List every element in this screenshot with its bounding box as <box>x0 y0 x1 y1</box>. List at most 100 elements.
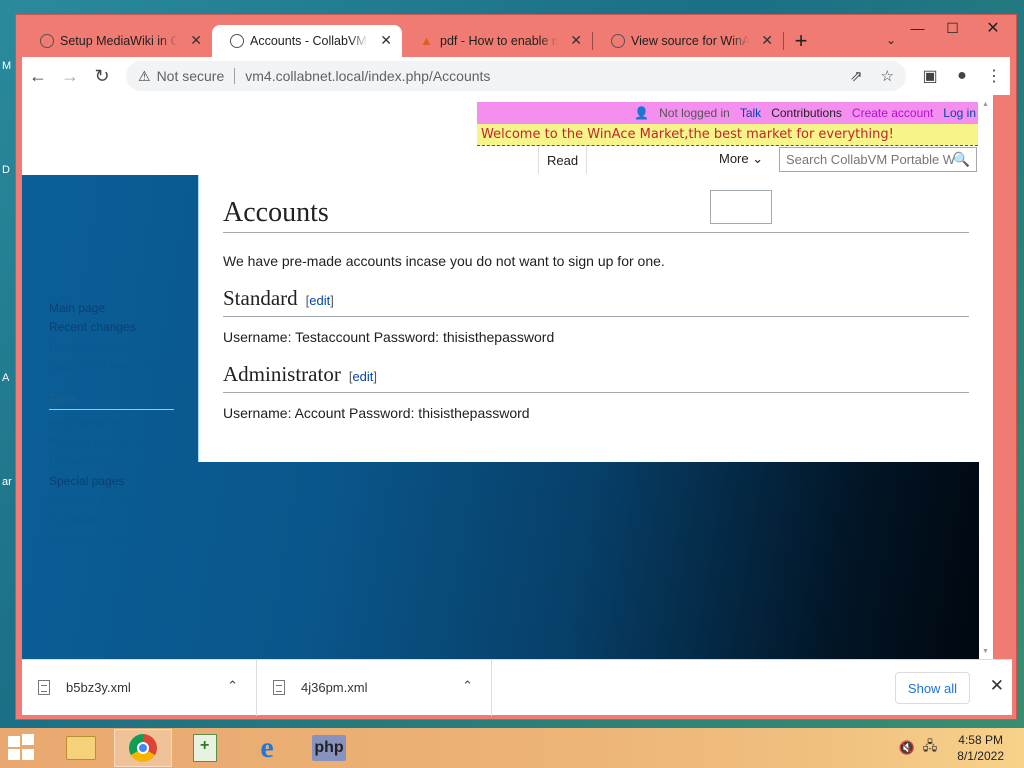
start-logo-pane <box>22 734 34 745</box>
tab-close-icon[interactable]: ✕ <box>190 32 202 49</box>
wiki-sidebar: Main page Recent changes Random page Hel… <box>49 299 179 549</box>
more-menu-button[interactable]: More ⌄ <box>719 151 763 167</box>
tab-accounts[interactable]: Accounts - CollabVM Portable ✕ <box>212 25 402 57</box>
side-panel-icon[interactable]: ▣ <box>914 60 946 92</box>
notepad-plus-icon <box>193 734 217 762</box>
wiki-search-input[interactable]: Search CollabVM Portable W 🔍 <box>779 147 977 172</box>
close-download-bar-icon[interactable]: ✕ <box>990 676 1004 696</box>
url-host: vm4.collabnet.local <box>245 68 365 84</box>
url-path: /index.php/Accounts <box>364 68 491 84</box>
page-actions: Read <box>538 146 588 174</box>
sidebar-item-random-page[interactable]: Random page <box>49 338 179 357</box>
taskbar-chrome[interactable] <box>114 729 172 767</box>
close-icon: ✕ <box>986 20 1000 37</box>
address-bar[interactable]: ⚠ Not secure vm4.collabnet.local/index.p… <box>126 61 906 91</box>
sidebar-item-what-links-here[interactable]: What links here <box>49 414 179 433</box>
tab-read[interactable]: Read <box>538 146 588 174</box>
chrome-menu-icon[interactable]: ⋮ <box>978 60 1010 92</box>
reload-button[interactable]: ↻ <box>86 60 118 92</box>
user-icon: 👤 <box>634 106 650 120</box>
tab-setup-mediawiki[interactable]: Setup MediaWiki in CollabVM ✕ <box>22 25 212 57</box>
log-in-link[interactable]: Log in <box>943 106 976 120</box>
tab-title: View source for WinAce Market <box>631 34 749 48</box>
contributions-link[interactable]: Contributions <box>771 106 842 120</box>
omnibox-divider <box>234 68 236 84</box>
back-button[interactable]: ← <box>22 60 54 92</box>
taskbar-file-explorer[interactable] <box>52 729 110 767</box>
edit-section: [edit] <box>305 293 334 308</box>
download-item[interactable]: b5bz3y.xml ⌃ <box>22 659 257 716</box>
page-scrollbar[interactable]: ▲ ▼ <box>979 95 993 659</box>
tab-close-icon[interactable]: ✕ <box>380 32 392 49</box>
not-logged-in-label: Not logged in <box>659 106 730 120</box>
site-notice: Welcome to the WinAce Market,the best ma… <box>477 124 978 146</box>
bookmark-star-icon[interactable]: ☆ <box>881 67 894 85</box>
personal-tools: 👤 Not logged in Talk Contributions Creat… <box>477 102 978 124</box>
taskbar-internet-explorer[interactable]: e <box>238 729 296 767</box>
search-icon[interactable]: 🔍 <box>953 151 970 168</box>
sidebar-item-recent-changes[interactable]: Recent changes <box>49 318 179 337</box>
tab-pdf-mime[interactable]: ▲ pdf - How to enable mime types ✕ <box>402 25 592 57</box>
sidebar-item-special-pages[interactable]: Special pages <box>49 472 179 491</box>
globe-icon <box>40 34 54 48</box>
share-icon[interactable]: ⇗ <box>850 67 863 85</box>
taskbar-notepad-plus[interactable] <box>176 729 234 767</box>
tab-title: Setup MediaWiki in CollabVM <box>60 34 178 48</box>
tab-close-icon[interactable]: ✕ <box>761 32 773 49</box>
tab-search-chevron-icon[interactable]: ⌄ <box>886 33 896 47</box>
scroll-down-icon[interactable]: ▼ <box>982 648 989 655</box>
warning-icon[interactable]: ⚠ <box>138 68 151 85</box>
section-heading: Administrator [edit] <box>223 361 969 393</box>
chevron-up-icon[interactable]: ⌃ <box>227 678 238 694</box>
show-all-downloads-button[interactable]: Show all <box>895 672 970 704</box>
tab-title: Accounts - CollabVM Portable <box>250 34 368 48</box>
maximize-button[interactable]: ☐ <box>935 15 970 41</box>
volume-muted-icon[interactable]: 🔇 <box>899 740 915 756</box>
window-close-button[interactable]: ✕ <box>970 15 1016 41</box>
sidebar-item-main-page[interactable]: Main page <box>49 299 179 318</box>
tab-title: pdf - How to enable mime types <box>440 34 558 48</box>
system-tray: 🔇 🖧 4:58 PM 8/1/2022 <box>899 728 1024 768</box>
sidebar-item-help[interactable]: Help about MediaWiki <box>49 357 179 376</box>
network-icon[interactable]: 🖧 <box>923 737 938 759</box>
folder-icon <box>66 736 96 760</box>
chrome-icon <box>129 734 157 762</box>
chevron-up-icon[interactable]: ⌃ <box>462 678 473 694</box>
section-heading: Standard [edit] <box>223 285 969 317</box>
windows-start-button[interactable] <box>8 734 40 762</box>
window-controls: — ☐ ✕ <box>900 15 1016 41</box>
download-filename: b5bz3y.xml <box>66 680 131 695</box>
taskbar-php[interactable]: php <box>300 729 358 767</box>
profile-icon[interactable]: ● <box>946 60 978 92</box>
search-placeholder: Search CollabVM Portable W <box>786 152 956 167</box>
talk-link[interactable]: Talk <box>740 106 761 120</box>
pdf-icon: ▲ <box>420 33 433 48</box>
start-logo-pane <box>8 736 20 747</box>
php-icon: php <box>312 735 346 761</box>
internet-explorer-icon: e <box>260 731 274 764</box>
globe-icon <box>230 34 244 48</box>
sidebar-item-upload-file[interactable]: Upload file <box>49 452 179 471</box>
scroll-up-icon[interactable]: ▲ <box>982 101 989 108</box>
sidebar-item-related-changes[interactable]: Related changes <box>49 433 179 452</box>
new-tab-button[interactable]: + <box>784 25 818 57</box>
edit-section-link[interactable]: edit <box>352 369 373 384</box>
page-title: Accounts <box>223 196 969 233</box>
not-secure-label[interactable]: Not secure <box>157 68 225 84</box>
clock[interactable]: 4:58 PM 8/1/2022 <box>957 732 1004 764</box>
edit-section-link[interactable]: edit <box>309 293 330 308</box>
sidebar-item-permanent-link[interactable]: Permanent link <box>49 511 179 530</box>
sidebar-item-printable-version[interactable]: Printable version <box>49 491 179 510</box>
forward-button[interactable]: → <box>54 60 86 92</box>
create-account-link[interactable]: Create account <box>852 106 933 120</box>
tab-close-icon[interactable]: ✕ <box>570 32 582 49</box>
sidebar-item-page-information[interactable]: Page information <box>49 530 179 549</box>
intro-text: We have pre-made accounts incase you do … <box>223 253 665 269</box>
minimize-button[interactable]: — <box>900 15 935 41</box>
file-icon <box>38 680 50 695</box>
browser-toolbar: ← → ↻ ⚠ Not secure vm4.collabnet.local/i… <box>22 57 1010 95</box>
section-text: Username: Account Password: thisisthepas… <box>223 405 530 421</box>
tab-view-source[interactable]: View source for WinAce Market ✕ <box>593 25 783 57</box>
section-title: Administrator <box>223 362 341 386</box>
download-item[interactable]: 4j36pm.xml ⌃ <box>257 659 492 716</box>
